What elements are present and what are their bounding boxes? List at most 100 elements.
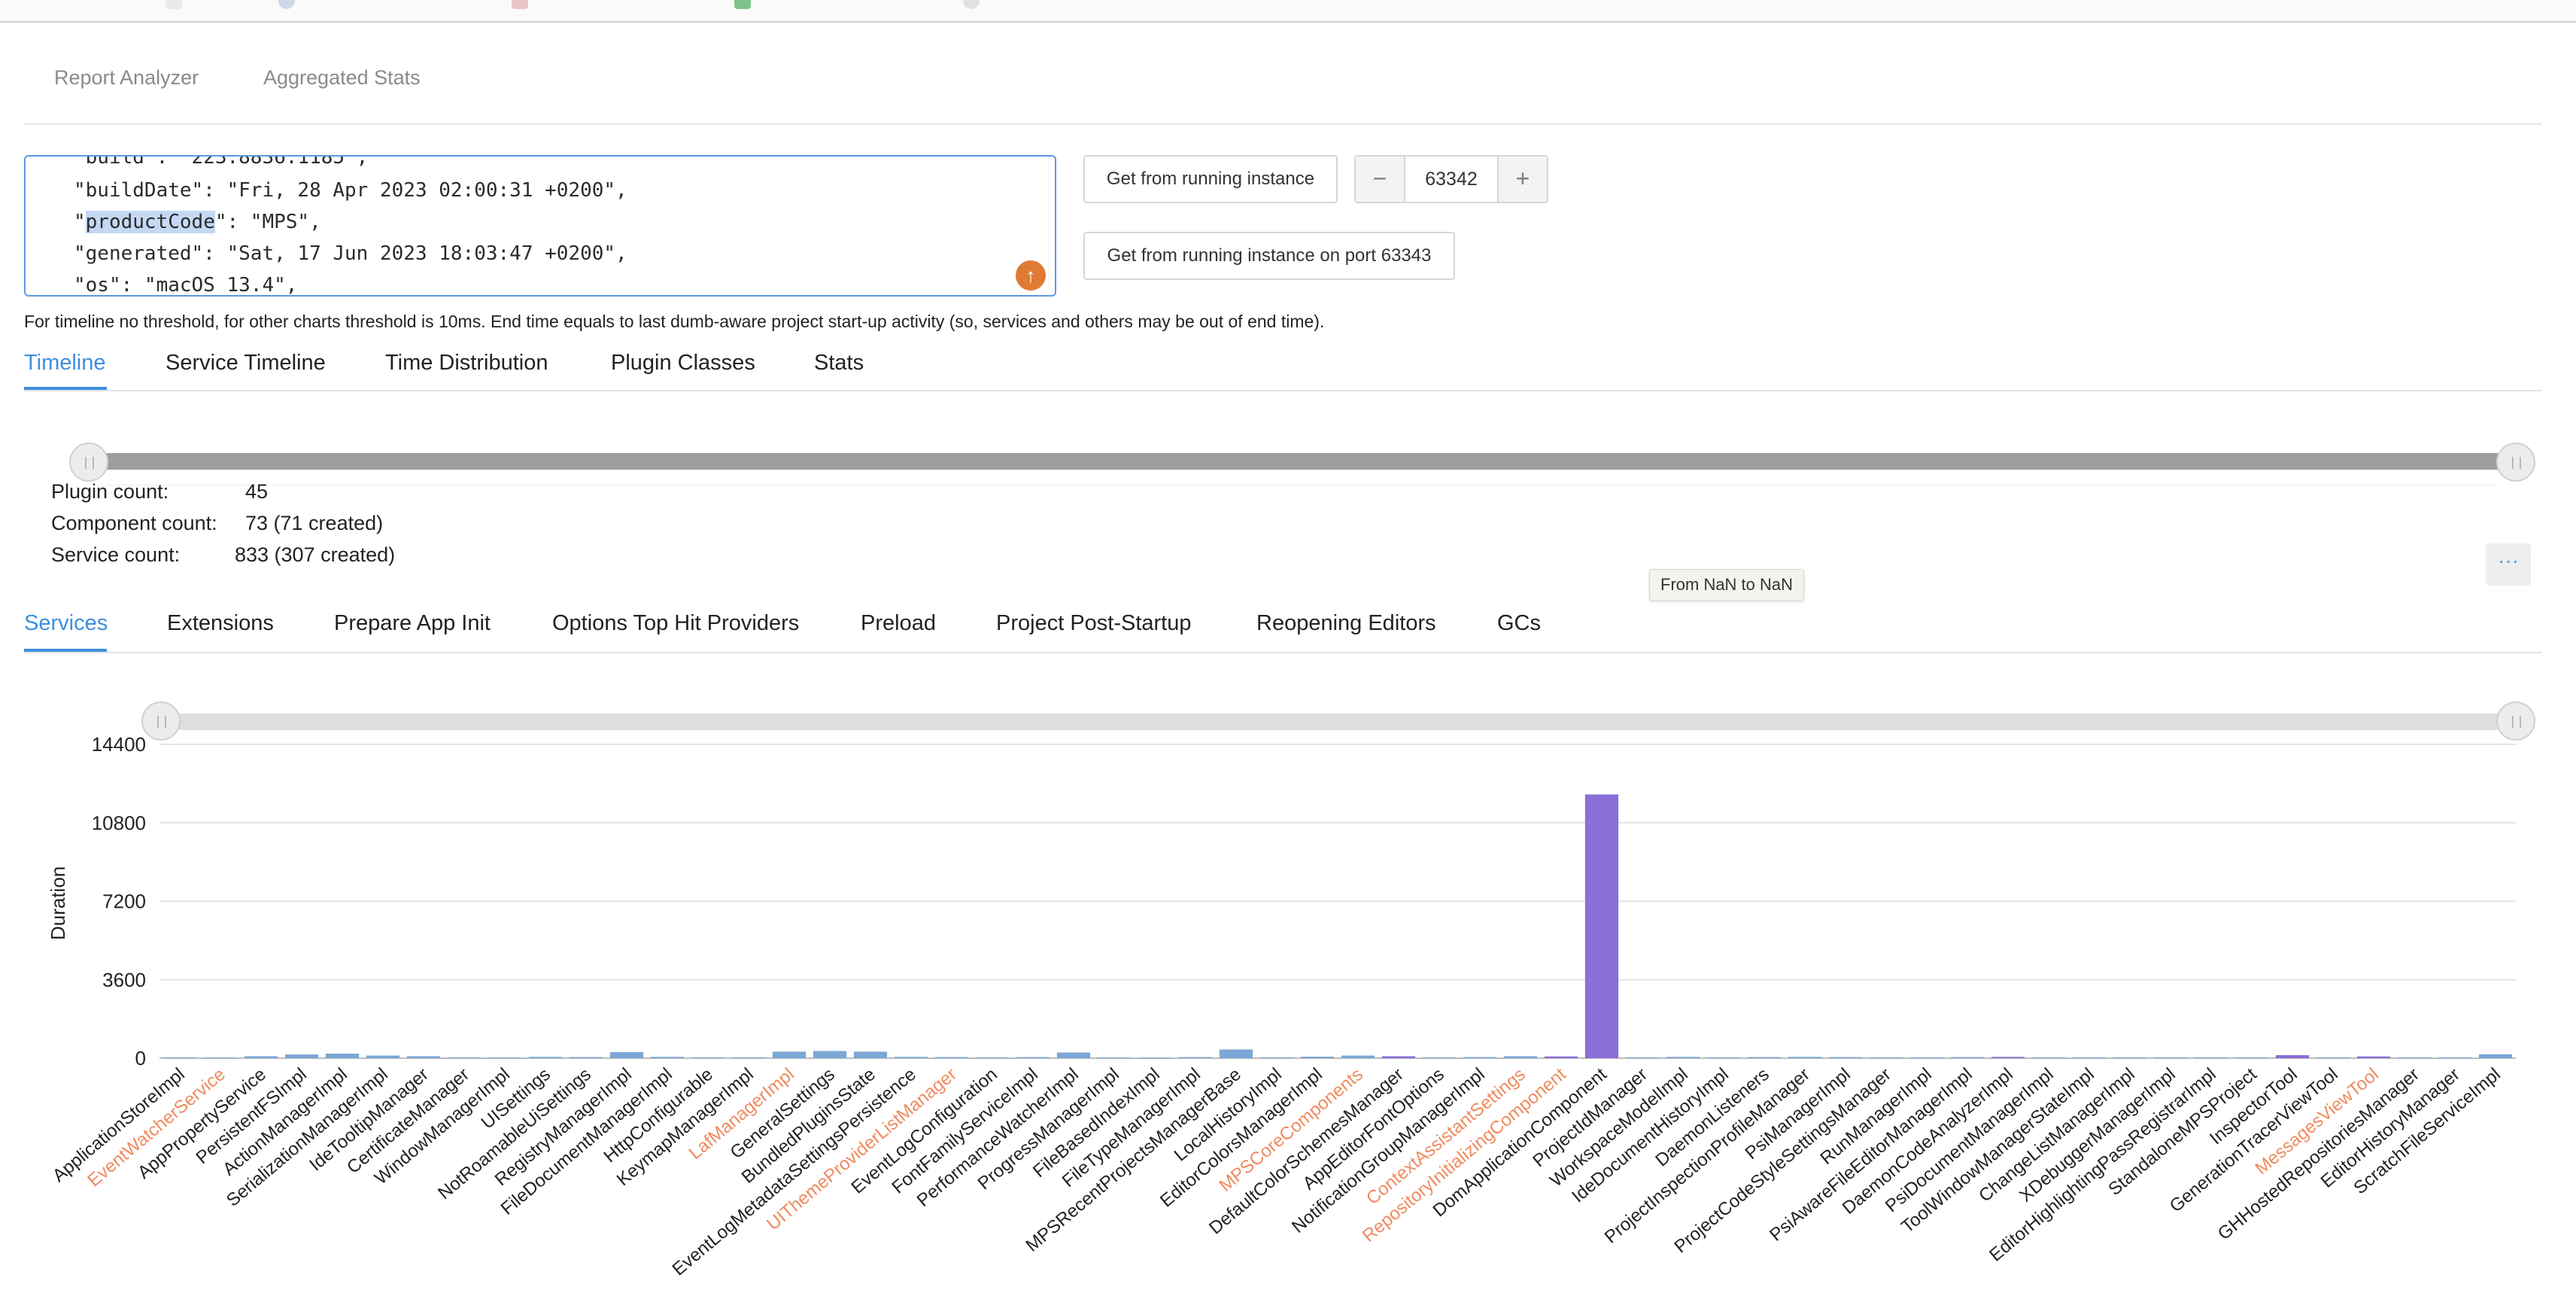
bar[interactable] [2113, 1057, 2147, 1058]
tab-preload[interactable]: Preload [861, 611, 936, 636]
bar[interactable] [934, 1057, 969, 1058]
bar[interactable] [1625, 1057, 1660, 1058]
upload-icon[interactable]: ↑ [1016, 260, 1046, 291]
bar[interactable] [1381, 1056, 1416, 1058]
get-from-running-instance-port-button[interactable]: Get from running instance on port 63343 [1083, 232, 1455, 280]
bar[interactable] [1178, 1057, 1213, 1058]
bar[interactable] [2072, 1057, 2107, 1058]
increment-button[interactable]: + [1497, 157, 1547, 202]
divider [24, 390, 2541, 391]
bar[interactable] [244, 1056, 278, 1058]
bar[interactable] [528, 1057, 563, 1058]
bar[interactable] [406, 1056, 441, 1058]
divider [24, 652, 2541, 653]
bar[interactable] [1584, 794, 1619, 1058]
threshold-note: For timeline no threshold, for other cha… [24, 312, 1325, 331]
decrement-button[interactable]: − [1356, 157, 1405, 202]
bar[interactable] [1666, 1057, 1700, 1058]
y-tick-label: 3600 [102, 969, 146, 991]
bar[interactable] [163, 1057, 197, 1058]
toolbar-icon [278, 0, 295, 9]
bar[interactable] [1828, 1057, 1863, 1058]
bar[interactable] [1056, 1052, 1091, 1058]
service-count-value: 833 (307 created) [235, 543, 396, 566]
bar[interactable] [2275, 1054, 2310, 1058]
bar[interactable] [1869, 1057, 1903, 1058]
bar[interactable] [325, 1053, 360, 1058]
bar[interactable] [2438, 1057, 2472, 1058]
json-line: "generated": "Sat, 17 Jun 2023 18:03:47 … [74, 242, 627, 265]
bar[interactable] [488, 1057, 522, 1059]
bar[interactable] [975, 1057, 1010, 1058]
get-from-running-instance-button[interactable]: Get from running instance [1083, 155, 1338, 203]
bar[interactable] [2031, 1057, 2066, 1058]
range-handle-left[interactable] [69, 443, 108, 482]
port-input[interactable]: 63342 [1404, 157, 1499, 202]
bar[interactable] [203, 1057, 238, 1059]
range-handle-right[interactable] [2496, 443, 2535, 482]
bar[interactable] [853, 1051, 888, 1058]
tab-reopening-editors[interactable]: Reopening Editors [1256, 611, 1436, 636]
bar[interactable] [2356, 1056, 2391, 1058]
service-count-label: Service count: [51, 543, 181, 566]
tab-options-top-hit-providers[interactable]: Options Top Hit Providers [552, 611, 799, 636]
tab-stats[interactable]: Stats [814, 351, 864, 376]
tab-service-timeline[interactable]: Service Timeline [166, 351, 326, 376]
bar[interactable] [569, 1057, 603, 1058]
tab-extensions[interactable]: Extensions [167, 611, 274, 636]
bar[interactable] [1747, 1057, 1782, 1058]
tab-project-post-startup[interactable]: Project Post-Startup [996, 611, 1192, 636]
bar[interactable] [1259, 1057, 1294, 1058]
more-options-button[interactable]: ··· [2486, 543, 2531, 586]
y-tick-label: 7200 [102, 890, 146, 913]
tab-prepare-app-init[interactable]: Prepare App Init [334, 611, 491, 636]
tab-services[interactable]: Services [24, 611, 108, 636]
bar[interactable] [609, 1051, 644, 1058]
tab-report-analyzer[interactable]: Report Analyzer [54, 66, 199, 90]
tab-timeline[interactable]: Timeline [24, 351, 106, 376]
bar[interactable] [894, 1057, 928, 1058]
divider [24, 123, 2541, 125]
bar[interactable] [1991, 1057, 2025, 1058]
json-line: "productCode": "MPS", [74, 211, 321, 233]
bar[interactable] [366, 1055, 400, 1058]
bar[interactable] [1097, 1057, 1132, 1059]
bar[interactable] [1503, 1056, 1538, 1058]
bar[interactable] [2478, 1054, 2513, 1058]
report-json-textarea[interactable]: "build": "223.8836.1185", "buildDate": "… [24, 155, 1056, 297]
bar[interactable] [650, 1057, 685, 1058]
tab-gcs[interactable]: GCs [1497, 611, 1541, 636]
bar[interactable] [1219, 1049, 1253, 1058]
port-stepper[interactable]: − 63342 + [1354, 155, 1548, 203]
y-tick-label: 14400 [92, 733, 146, 756]
bar[interactable] [2153, 1057, 2188, 1058]
bar[interactable] [1341, 1055, 1375, 1058]
bar[interactable] [1138, 1057, 1172, 1059]
tab-plugin-classes[interactable]: Plugin Classes [611, 351, 755, 376]
bar[interactable] [2316, 1057, 2350, 1058]
json-line: "build": "223.8836.1185", [74, 155, 369, 169]
y-tick-label: 10800 [92, 811, 146, 834]
bar[interactable] [1909, 1057, 1944, 1058]
tab-aggregated-stats[interactable]: Aggregated Stats [263, 66, 421, 90]
bar[interactable] [1544, 1056, 1578, 1058]
bar[interactable] [813, 1051, 847, 1058]
timeline-range-track[interactable] [87, 453, 2517, 470]
bar[interactable] [1300, 1056, 1335, 1058]
bar[interactable] [1016, 1057, 1050, 1058]
bar[interactable] [1788, 1057, 1822, 1058]
bar[interactable] [284, 1054, 319, 1058]
tab-time-distribution[interactable]: Time Distribution [385, 351, 548, 376]
bar[interactable] [1422, 1057, 1457, 1058]
bar[interactable] [772, 1051, 807, 1058]
bar[interactable] [1463, 1057, 1497, 1058]
bar[interactable] [2234, 1057, 2269, 1058]
bar[interactable] [731, 1057, 766, 1058]
bar[interactable] [691, 1057, 725, 1058]
bar[interactable] [1950, 1057, 1985, 1058]
bar[interactable] [447, 1057, 481, 1058]
bar[interactable] [2397, 1057, 2432, 1058]
bar[interactable] [2194, 1057, 2228, 1058]
toolbar-icon [734, 0, 751, 9]
bar[interactable] [1706, 1057, 1741, 1058]
